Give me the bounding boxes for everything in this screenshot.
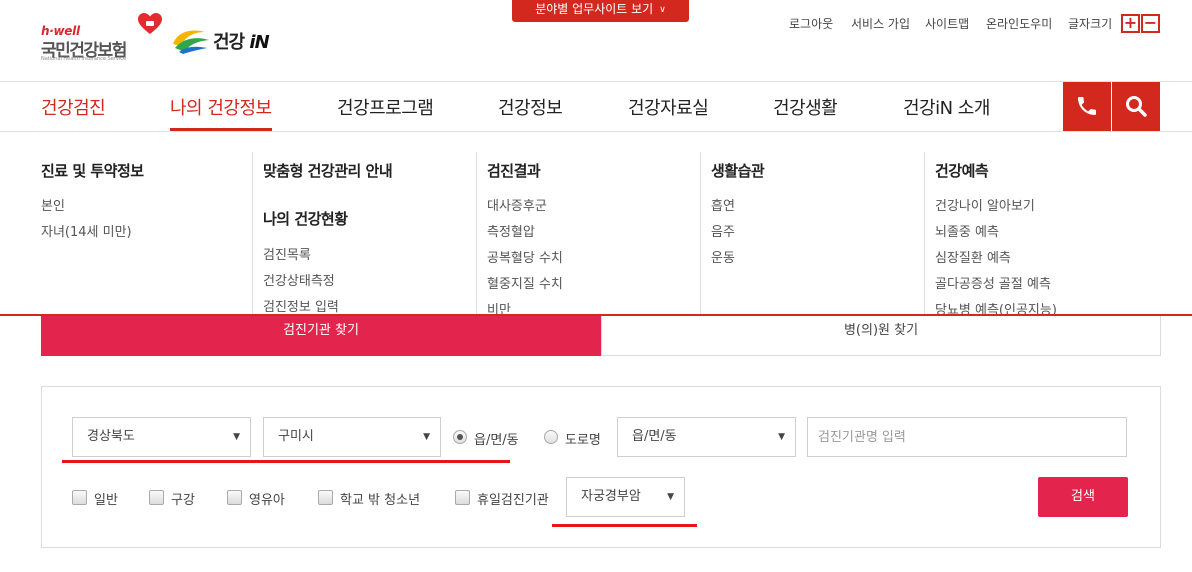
main-navigation: 건강검진 나의 건강정보 건강프로그램 건강정보 건강자료실 건강생활 건강iN… — [0, 82, 1192, 132]
health-in-swirl-icon — [173, 30, 209, 54]
radio-road-name[interactable] — [544, 430, 558, 444]
mega-link-health-measure[interactable]: 건강상태측정 — [263, 270, 335, 289]
highlight-underline — [62, 460, 510, 463]
city-value: 구미시 — [278, 429, 314, 444]
mega-head-treatment[interactable]: 진료 및 투약정보 — [41, 160, 144, 181]
checkbox-general-label: 일반 — [94, 493, 118, 508]
tab-hospital-clinic[interactable]: 병(의)원 찾기 — [601, 316, 1161, 356]
mega-link-fasting-glucose[interactable]: 공복혈당 수치 — [487, 247, 563, 266]
site-header: h·well 국민건강보험 National Health Insurance … — [0, 0, 1192, 82]
gnb-health-archive[interactable]: 건강자료실 — [628, 94, 709, 120]
radio-town-label: 읍/면/동 — [474, 433, 519, 448]
mega-link-children[interactable]: 자녀(14세 미만) — [41, 221, 132, 240]
phone-icon — [1078, 97, 1096, 115]
mega-link-stroke[interactable]: 뇌졸중 예측 — [935, 221, 999, 240]
mega-link-osteoporosis[interactable]: 골다공증성 골절 예측 — [935, 273, 1051, 292]
search-icon — [1126, 96, 1147, 117]
mega-link-blood-pressure[interactable]: 측정혈압 — [487, 221, 535, 240]
caret-down-icon: ▼ — [423, 432, 430, 442]
font-increase-button[interactable]: + — [1121, 14, 1140, 33]
mega-link-checkup-list[interactable]: 검진목록 — [263, 244, 311, 263]
gnb-my-health-info[interactable]: 나의 건강정보 — [170, 94, 272, 120]
mega-link-drinking[interactable]: 음주 — [711, 221, 735, 240]
health-in-text: 건강 iN — [213, 32, 270, 53]
radio-road-name-label: 도로명 — [565, 433, 601, 448]
checkbox-holiday-checkup-label: 휴일검진기관 — [477, 493, 549, 508]
gnb-healthy-living[interactable]: 건강생활 — [773, 94, 838, 120]
mega-head-lifestyle[interactable]: 생활습관 — [711, 160, 765, 181]
gnb-health-info[interactable]: 건강정보 — [498, 94, 563, 120]
active-tab-indicator — [170, 128, 272, 131]
sitemap-link[interactable]: 사이트맵 — [925, 15, 969, 32]
search-button-top[interactable] — [1112, 82, 1160, 131]
mega-link-exercise[interactable]: 운동 — [711, 247, 735, 266]
nhis-logo[interactable]: h·well 국민건강보험 National Health Insurance … — [41, 12, 163, 64]
online-helper-link[interactable]: 온라인도우미 — [986, 15, 1052, 32]
nhis-english-name: National Health Insurance Service — [41, 56, 127, 62]
mega-head-health-prediction[interactable]: 건강예측 — [935, 160, 989, 181]
business-sites-button[interactable]: 분야별 업무사이트 보기 ∨ — [512, 0, 689, 22]
checkbox-oral-label: 구강 — [171, 493, 195, 508]
checkbox-out-of-school-youth-label: 학교 밖 청소년 — [340, 493, 421, 508]
checkbox-out-of-school-youth[interactable] — [318, 490, 333, 505]
chevron-down-icon: ∨ — [659, 5, 666, 15]
district-value: 읍/면/동 — [632, 429, 677, 444]
cancer-type-select[interactable]: 자궁경부암 ▼ — [566, 477, 685, 517]
search-submit-button[interactable]: 검색 — [1038, 477, 1128, 517]
mega-divider — [924, 152, 925, 314]
checkbox-infant-label: 영유아 — [249, 493, 285, 508]
radio-town[interactable] — [453, 430, 467, 444]
institution-name-input[interactable] — [807, 417, 1127, 457]
caret-down-icon: ▼ — [233, 432, 240, 442]
mega-link-checkup-input[interactable]: 검진정보 입력 — [263, 296, 339, 314]
health-in-logo[interactable]: 건강 iN — [171, 24, 273, 58]
mega-link-diabetes[interactable]: 당뇨병 예측(인공지능) — [935, 299, 1057, 314]
mega-head-custom-care[interactable]: 맞춤형 건강관리 안내 — [263, 160, 393, 181]
mega-link-metabolic[interactable]: 대사증후군 — [487, 195, 547, 214]
cancer-type-value: 자궁경부암 — [581, 489, 641, 504]
service-signup-link[interactable]: 서비스 가입 — [851, 15, 910, 32]
checkbox-general[interactable] — [72, 490, 87, 505]
mega-head-health-status[interactable]: 나의 건강현황 — [263, 208, 348, 229]
checkbox-infant[interactable] — [227, 490, 242, 505]
checkbox-holiday-checkup[interactable] — [455, 490, 470, 505]
mega-link-obesity[interactable]: 비만 — [487, 299, 511, 314]
mega-link-heart-disease[interactable]: 심장질환 예측 — [935, 247, 1011, 266]
caret-down-icon: ▼ — [778, 432, 785, 442]
mega-link-self[interactable]: 본인 — [41, 195, 65, 214]
mega-menu: 진료 및 투약정보 본인 자녀(14세 미만) 맞춤형 건강관리 안내 나의 건… — [0, 132, 1192, 316]
mega-head-checkup-result[interactable]: 검진결과 — [487, 160, 541, 181]
logout-link[interactable]: 로그아웃 — [789, 15, 833, 32]
province-value: 경상북도 — [87, 429, 135, 444]
district-select[interactable]: 읍/면/동 ▼ — [617, 417, 796, 457]
heart-icon — [138, 13, 162, 34]
mega-link-blood-lipid[interactable]: 혈중지질 수치 — [487, 273, 563, 292]
gnb-health-program[interactable]: 건강프로그램 — [337, 94, 434, 120]
checkbox-oral[interactable] — [149, 490, 164, 505]
highlight-underline — [552, 524, 697, 527]
tab-checkup-institution[interactable]: 검진기관 찾기 — [41, 316, 601, 356]
mega-divider — [252, 152, 253, 314]
gnb-health-checkup[interactable]: 건강검진 — [41, 94, 106, 120]
mega-divider — [476, 152, 477, 314]
font-size-label: 글자크기 — [1068, 17, 1113, 31]
gnb-about-health-in[interactable]: 건강iN 소개 — [903, 94, 990, 120]
province-select[interactable]: 경상북도 ▼ — [72, 417, 251, 457]
caret-down-icon: ▼ — [667, 492, 674, 502]
mega-link-health-age[interactable]: 건강나이 알아보기 — [935, 195, 1035, 214]
mega-divider — [700, 152, 701, 314]
mega-link-smoking[interactable]: 흡연 — [711, 195, 735, 214]
city-select[interactable]: 구미시 ▼ — [263, 417, 441, 457]
phone-button[interactable] — [1063, 82, 1111, 131]
font-decrease-button[interactable]: − — [1141, 14, 1160, 33]
